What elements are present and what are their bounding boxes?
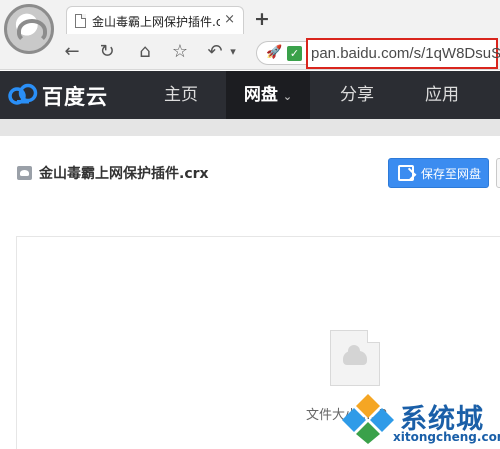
watermark-url: xitongcheng.com [393, 430, 500, 444]
address-bar-prefix: 🚀 ✓ [256, 41, 308, 65]
undo-icon[interactable]: ↶ [203, 40, 227, 64]
home-icon[interactable]: ⌂ [133, 40, 157, 64]
nav-item-label: 网盘 [243, 85, 278, 105]
address-url[interactable]: pan.baidu.com/s/1qW8DsuS [311, 45, 500, 62]
nav-item-label: 分享 [340, 85, 374, 105]
page-icon [75, 14, 86, 28]
download-button[interactable] [496, 158, 500, 188]
star-icon[interactable]: ☆ [168, 40, 192, 64]
site-nav: 百度云 主页 网盘 ⌄ 分享 应用 [0, 71, 500, 119]
baidu-cloud-icon [8, 83, 38, 105]
cloud-icon [343, 345, 367, 365]
secure-check-icon: ✓ [287, 46, 302, 61]
save-button-label: 保存至网盘 [421, 167, 482, 181]
address-bar[interactable]: pan.baidu.com/s/1qW8DsuS [306, 38, 500, 69]
new-tab-button[interactable]: + [254, 9, 270, 29]
browser-logo-icon[interactable] [4, 4, 54, 54]
back-icon[interactable]: ← [60, 40, 84, 64]
nav-shadow-band [0, 119, 500, 136]
rocket-icon[interactable]: 🚀 [266, 45, 282, 60]
file-name: 金山毒霸上网保护插件.crx [39, 166, 209, 182]
nav-item-home[interactable]: 主页 [140, 71, 222, 119]
nav-item-apps[interactable]: 应用 [400, 71, 484, 119]
tab-title: 金山毒霸上网保护插件.crx [92, 15, 220, 29]
watermark-logo-icon [342, 394, 394, 444]
nav-item-share[interactable]: 分享 [316, 71, 398, 119]
nav-item-label: 主页 [164, 85, 198, 105]
nav-item-label: 应用 [425, 85, 459, 105]
file-type-icon [17, 166, 32, 180]
browser-chrome: 金山毒霸上网保护插件.crx × + ← ↻ ⌂ ☆ ↶ ▾ 🚀 ✓ pan.b… [0, 0, 500, 70]
save-to-netdisk-button[interactable]: 保存至网盘 [388, 158, 489, 188]
save-icon [398, 165, 414, 181]
chevron-down-icon[interactable]: ⌄ [283, 90, 292, 103]
document-icon [330, 330, 380, 386]
refresh-icon[interactable]: ↻ [95, 40, 119, 64]
browser-tab[interactable]: 金山毒霸上网保护插件.crx × [66, 6, 244, 34]
brand-name: 百度云 [42, 85, 108, 109]
tab-close-icon[interactable]: × [224, 12, 235, 27]
chevron-down-icon[interactable]: ▾ [226, 40, 240, 64]
nav-item-netdisk[interactable]: 网盘 ⌄ [226, 71, 310, 119]
